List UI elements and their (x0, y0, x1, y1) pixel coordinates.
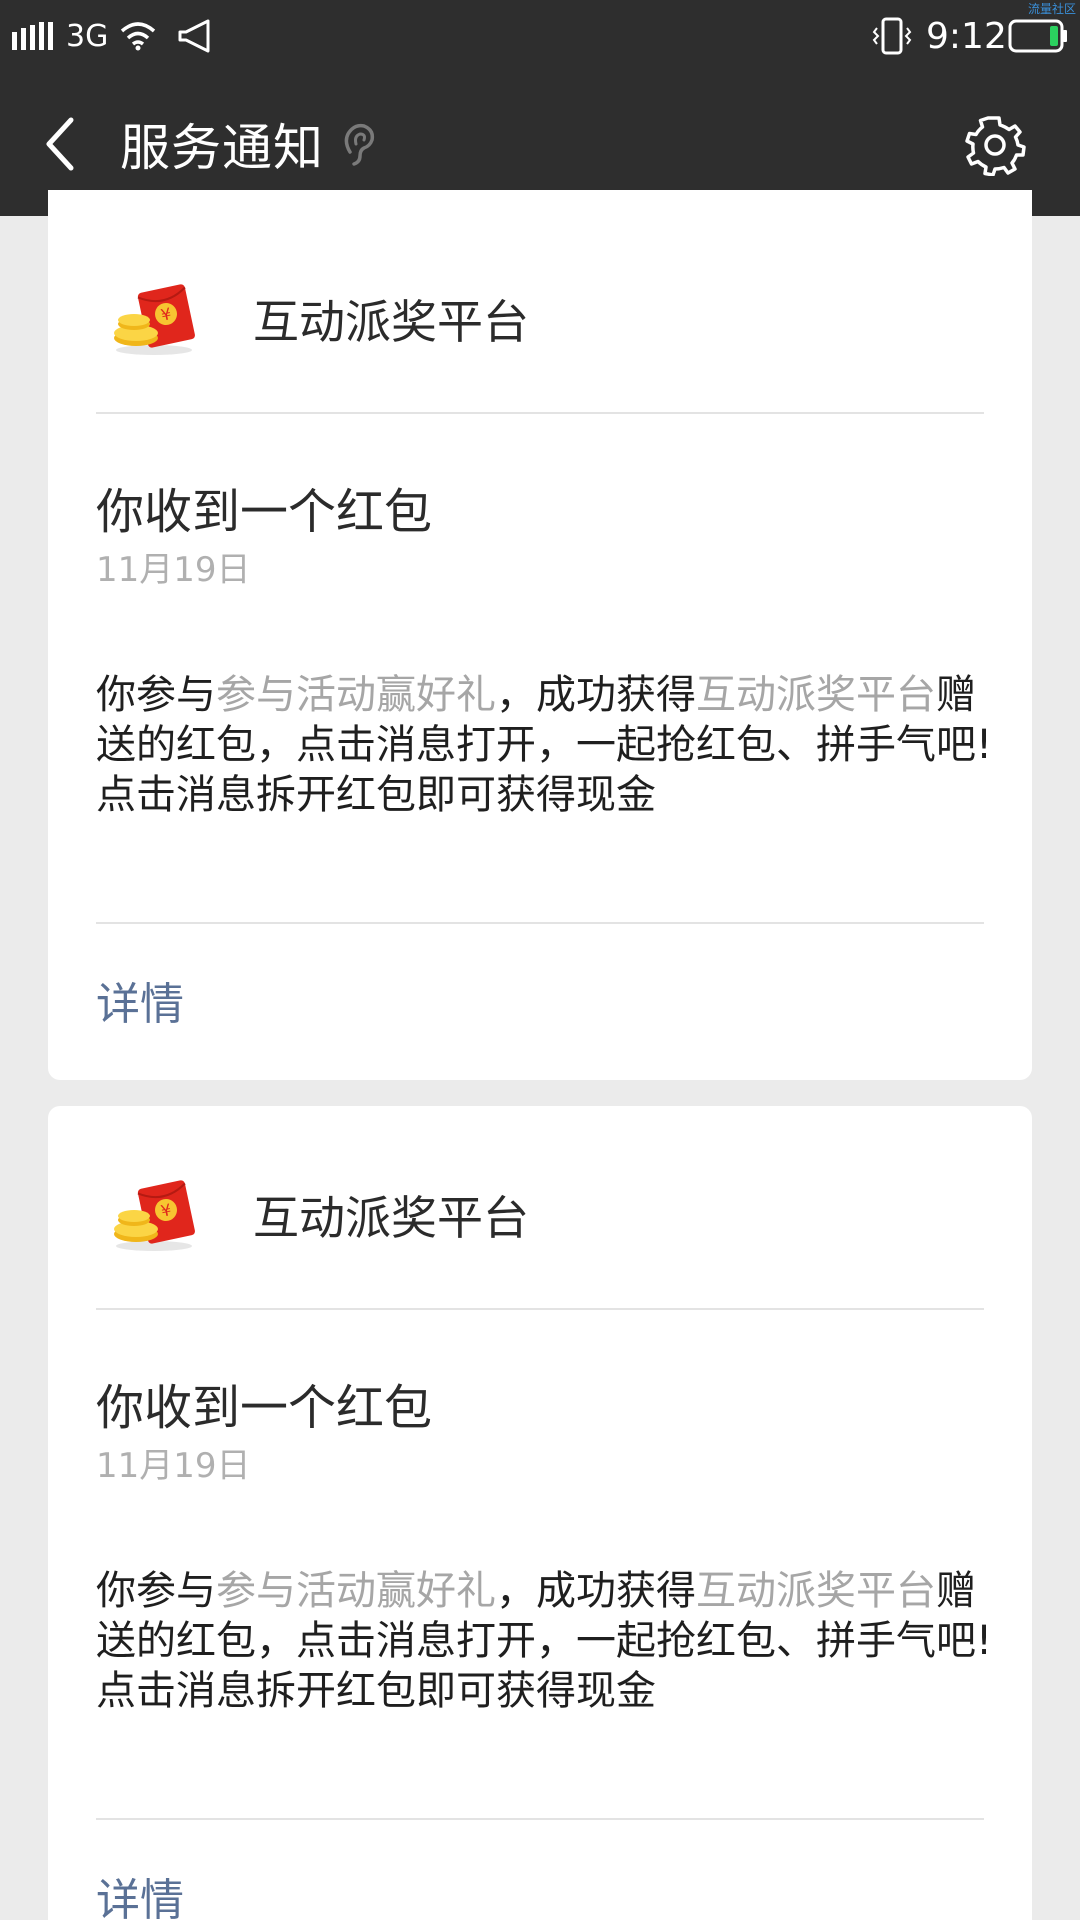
body-text: 点击消息拆开红包即可获得现金 (96, 1668, 656, 1714)
message-date: 11月19日 (96, 1446, 251, 1486)
message-title: 你收到一个红包 (96, 484, 433, 540)
message-body: 你参与参与活动赢好礼，成功获得互动派奖平台赠送的红包，点击消息打开，一起抢红包、… (96, 670, 996, 820)
body-text: ，成功获得 (496, 1568, 696, 1614)
details-link[interactable]: 详情 (96, 1864, 184, 1920)
divider (96, 1818, 984, 1820)
red-packet-icon: ¥ (104, 1174, 204, 1254)
red-packet-icon: ¥ (104, 278, 204, 358)
activity-name: 参与活动赢好礼 (216, 1568, 496, 1614)
clock: 9:12 (926, 15, 1007, 57)
back-button[interactable] (30, 112, 90, 176)
vibrate-icon (872, 0, 912, 72)
body-text: ，成功获得 (496, 672, 696, 718)
ear-icon (342, 122, 376, 172)
page-title: 服务通知 (120, 119, 324, 177)
speaker-icon (176, 0, 216, 72)
app-name: 互动派奖平台 (253, 1191, 529, 1245)
divider (96, 412, 984, 414)
settings-icon (965, 116, 1026, 176)
card-header: ¥ 互动派奖平台 (48, 190, 1032, 413)
sender-name: 互动派奖平台 (696, 672, 936, 718)
divider (96, 1308, 984, 1310)
network-type-label: 3G (66, 18, 109, 54)
sender-name: 互动派奖平台 (696, 1568, 936, 1614)
settings-button[interactable] (962, 112, 1028, 178)
back-icon (46, 117, 74, 171)
body-text: 你参与 (96, 672, 216, 718)
message-date: 11月19日 (96, 550, 251, 590)
message-title: 你收到一个红包 (96, 1380, 433, 1436)
divider (96, 922, 984, 924)
notification-card[interactable]: ¥ 互动派奖平台 你收到一个红包 11月19日 你参与参与活动赢好礼，成功获得互… (48, 190, 1032, 1080)
status-bar: 3G 9:12 流量社区 (0, 0, 1080, 72)
wifi-icon (120, 0, 156, 72)
body-text: 你参与 (96, 1568, 216, 1614)
body-text: 点击消息拆开红包即可获得现金 (96, 772, 656, 818)
watermark: 流量社区 (1027, 2, 1076, 16)
details-link[interactable]: 详情 (96, 968, 184, 1032)
card-header: ¥ 互动派奖平台 (48, 1106, 1032, 1329)
message-body: 你参与参与活动赢好礼，成功获得互动派奖平台赠送的红包，点击消息打开，一起抢红包、… (96, 1566, 996, 1716)
activity-name: 参与活动赢好礼 (216, 672, 496, 718)
signal-icon (12, 0, 56, 72)
app-name: 互动派奖平台 (253, 295, 529, 349)
notification-card[interactable]: ¥ 互动派奖平台 你收到一个红包 11月19日 你参与参与活动赢好礼，成功获得互… (48, 1106, 1032, 1920)
